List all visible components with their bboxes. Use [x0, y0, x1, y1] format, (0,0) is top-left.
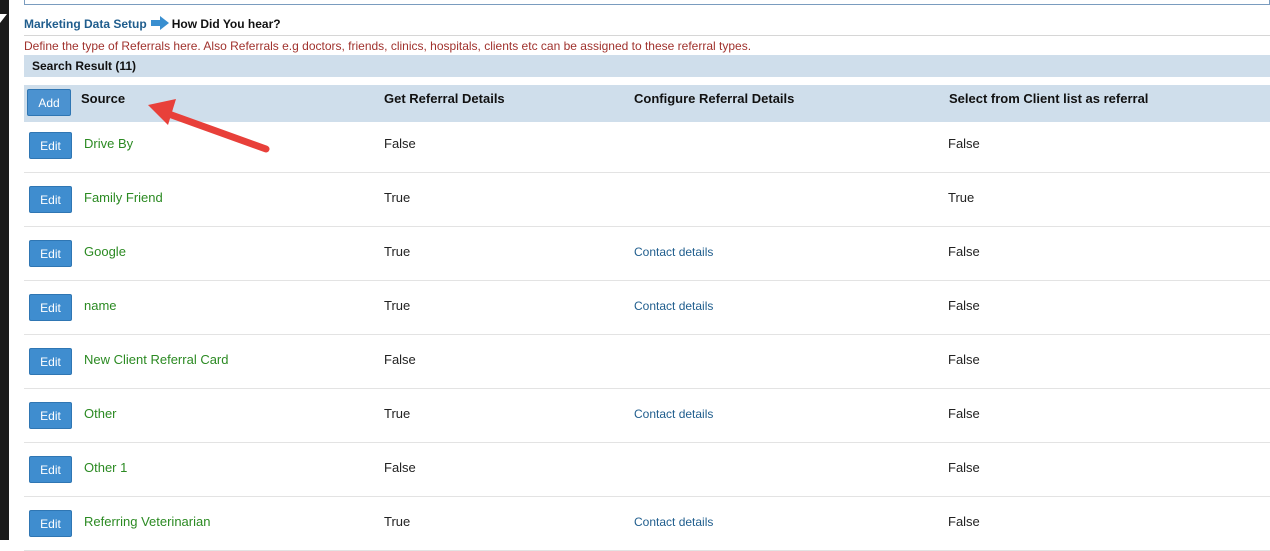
configure-referral-link[interactable]: Contact details [634, 299, 713, 313]
edit-button[interactable]: Edit [29, 294, 72, 321]
add-button[interactable]: Add [27, 89, 71, 116]
source-cell[interactable]: name [84, 298, 117, 313]
source-cell[interactable]: New Client Referral Card [84, 352, 229, 367]
select-client-cell: False [948, 298, 980, 313]
divider [24, 35, 1270, 36]
table-row: Edit New Client Referral Card False Fals… [24, 335, 1270, 389]
get-referral-cell: True [384, 298, 411, 313]
source-cell[interactable]: Referring Veterinarian [84, 514, 210, 529]
source-cell[interactable]: Other [84, 406, 117, 421]
select-client-cell: False [948, 460, 980, 475]
column-header-source[interactable]: Source [81, 91, 125, 106]
edit-button[interactable]: Edit [29, 348, 72, 375]
table-row: Edit Google True Contact details False [24, 227, 1270, 281]
edit-button[interactable]: Edit [29, 456, 72, 483]
get-referral-cell: True [384, 406, 411, 421]
configure-referral-link[interactable]: Contact details [634, 515, 713, 529]
select-client-cell: False [948, 244, 980, 259]
edit-button[interactable]: Edit [29, 132, 72, 159]
get-referral-cell: False [384, 352, 416, 367]
select-client-cell: False [948, 352, 980, 367]
edit-button[interactable]: Edit [29, 510, 72, 537]
search-result-bar: Search Result (11) [24, 55, 1270, 77]
select-client-cell: False [948, 406, 980, 421]
get-referral-cell: False [384, 136, 416, 151]
select-client-cell: False [948, 514, 980, 529]
breadcrumb-current: How Did You hear? [171, 17, 281, 31]
table-row: Edit Other 1 False False [24, 443, 1270, 497]
arrow-right-icon [150, 15, 169, 33]
top-panel-edge [24, 0, 1270, 5]
configure-referral-link[interactable]: Contact details [634, 245, 713, 259]
breadcrumb: Marketing Data Setup How Did You hear? [24, 15, 281, 33]
source-cell[interactable]: Drive By [84, 136, 133, 151]
column-header-configure-referral-details[interactable]: Configure Referral Details [634, 91, 794, 106]
configure-referral-link[interactable]: Contact details [634, 407, 713, 421]
get-referral-cell: True [384, 244, 411, 259]
edit-button[interactable]: Edit [29, 402, 72, 429]
get-referral-cell: False [384, 460, 416, 475]
edit-button[interactable]: Edit [29, 186, 72, 213]
table-row: Edit Drive By False False [24, 119, 1270, 173]
edit-button[interactable]: Edit [29, 240, 72, 267]
source-cell[interactable]: Google [84, 244, 126, 259]
select-client-cell: True [948, 190, 975, 205]
left-edge-strip [0, 0, 9, 540]
table-header: Add Source Get Referral Details Configur… [24, 85, 1270, 122]
table-row: Edit Family Friend True True [24, 173, 1270, 227]
get-referral-cell: True [384, 514, 411, 529]
table-row: Edit Other True Contact details False [24, 389, 1270, 443]
column-header-get-referral-details[interactable]: Get Referral Details [384, 91, 505, 106]
select-client-cell: False [948, 136, 980, 151]
table-row: Edit Referring Veterinarian True Contact… [24, 497, 1270, 551]
source-cell[interactable]: Family Friend [84, 190, 163, 205]
breadcrumb-marketing-link[interactable]: Marketing Data Setup [24, 17, 147, 31]
search-result-count: Search Result (11) [32, 59, 137, 73]
page-description: Define the type of Referrals here. Also … [24, 39, 752, 53]
mouse-cursor-icon [0, 14, 7, 23]
table-row: Edit name True Contact details False [24, 281, 1270, 335]
column-header-select-from-client-list[interactable]: Select from Client list as referral [949, 91, 1148, 106]
get-referral-cell: True [384, 190, 411, 205]
source-cell[interactable]: Other 1 [84, 460, 127, 475]
